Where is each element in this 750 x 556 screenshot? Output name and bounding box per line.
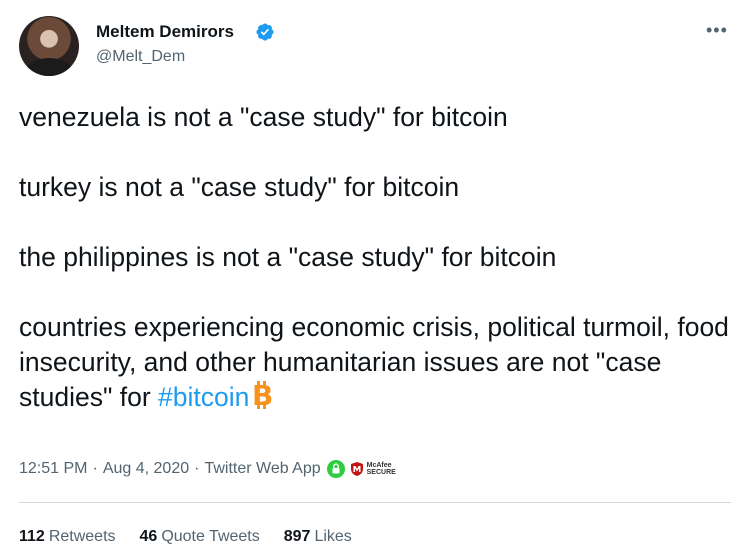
likes-count: 897 <box>283 528 311 545</box>
tweet-stats: 112 Retweets 46 Quote Tweets 897 Likes <box>19 528 376 546</box>
verified-badge-icon <box>256 23 274 41</box>
lock-icon <box>326 460 345 478</box>
retweets-stat[interactable]: 112 Retweets <box>19 528 116 546</box>
hashtag-link[interactable]: #bitcoin <box>158 382 249 412</box>
mcafee-shield-icon <box>350 462 363 476</box>
tweet-paragraph: venezuela is not a "case study" for bitc… <box>19 102 508 132</box>
likes-stat[interactable]: 897 Likes <box>284 528 352 546</box>
meta-separator: · <box>194 460 200 477</box>
svg-text:B: B <box>252 381 273 409</box>
tweet-body: venezuela is not a "case study" for bitc… <box>19 100 747 415</box>
avatar-shoulders <box>25 58 73 76</box>
bitcoin-icon: B <box>252 381 274 409</box>
tweet-source[interactable]: Twitter Web App <box>204 460 320 478</box>
author-name[interactable]: Meltem Demirors <box>96 22 234 42</box>
tweet-time[interactable]: 12:51 PM <box>19 460 87 478</box>
mcafee-secure-badge: McAfee SECURE <box>367 462 396 476</box>
retweets-count: 112 <box>19 528 45 545</box>
avatar[interactable] <box>19 16 79 76</box>
quote-tweets-stat[interactable]: 46 Quote Tweets <box>140 528 260 546</box>
retweets-label: Retweets <box>48 528 116 545</box>
tweet-paragraph: turkey is not a "case study" for bitcoin <box>19 172 460 202</box>
meta-separator: · <box>92 460 98 477</box>
mcafee-line1: McAfee <box>366 462 392 469</box>
mcafee-line2: SECURE <box>366 469 396 476</box>
quote-tweets-label: Quote Tweets <box>161 528 260 545</box>
tweet-date[interactable]: Aug 4, 2020 <box>103 460 189 478</box>
tweet-paragraph-last: countries experiencing economic crisis, … <box>19 310 747 415</box>
tweet-paragraph-text: countries experiencing economic crisis, … <box>19 312 729 412</box>
divider <box>19 502 731 503</box>
more-options-icon[interactable]: ••• <box>706 20 728 41</box>
author-handle[interactable]: @Melt_Dem <box>96 48 185 66</box>
tweet-meta: 12:51 PM · Aug 4, 2020 · Twitter Web App… <box>19 460 396 478</box>
likes-label: Likes <box>314 528 352 545</box>
tweet-paragraph: the philippines is not a "case study" fo… <box>19 242 557 272</box>
tweet-card: Meltem Demirors @Melt_Dem ••• venezuela … <box>0 0 750 556</box>
quote-tweets-count: 46 <box>139 528 158 545</box>
